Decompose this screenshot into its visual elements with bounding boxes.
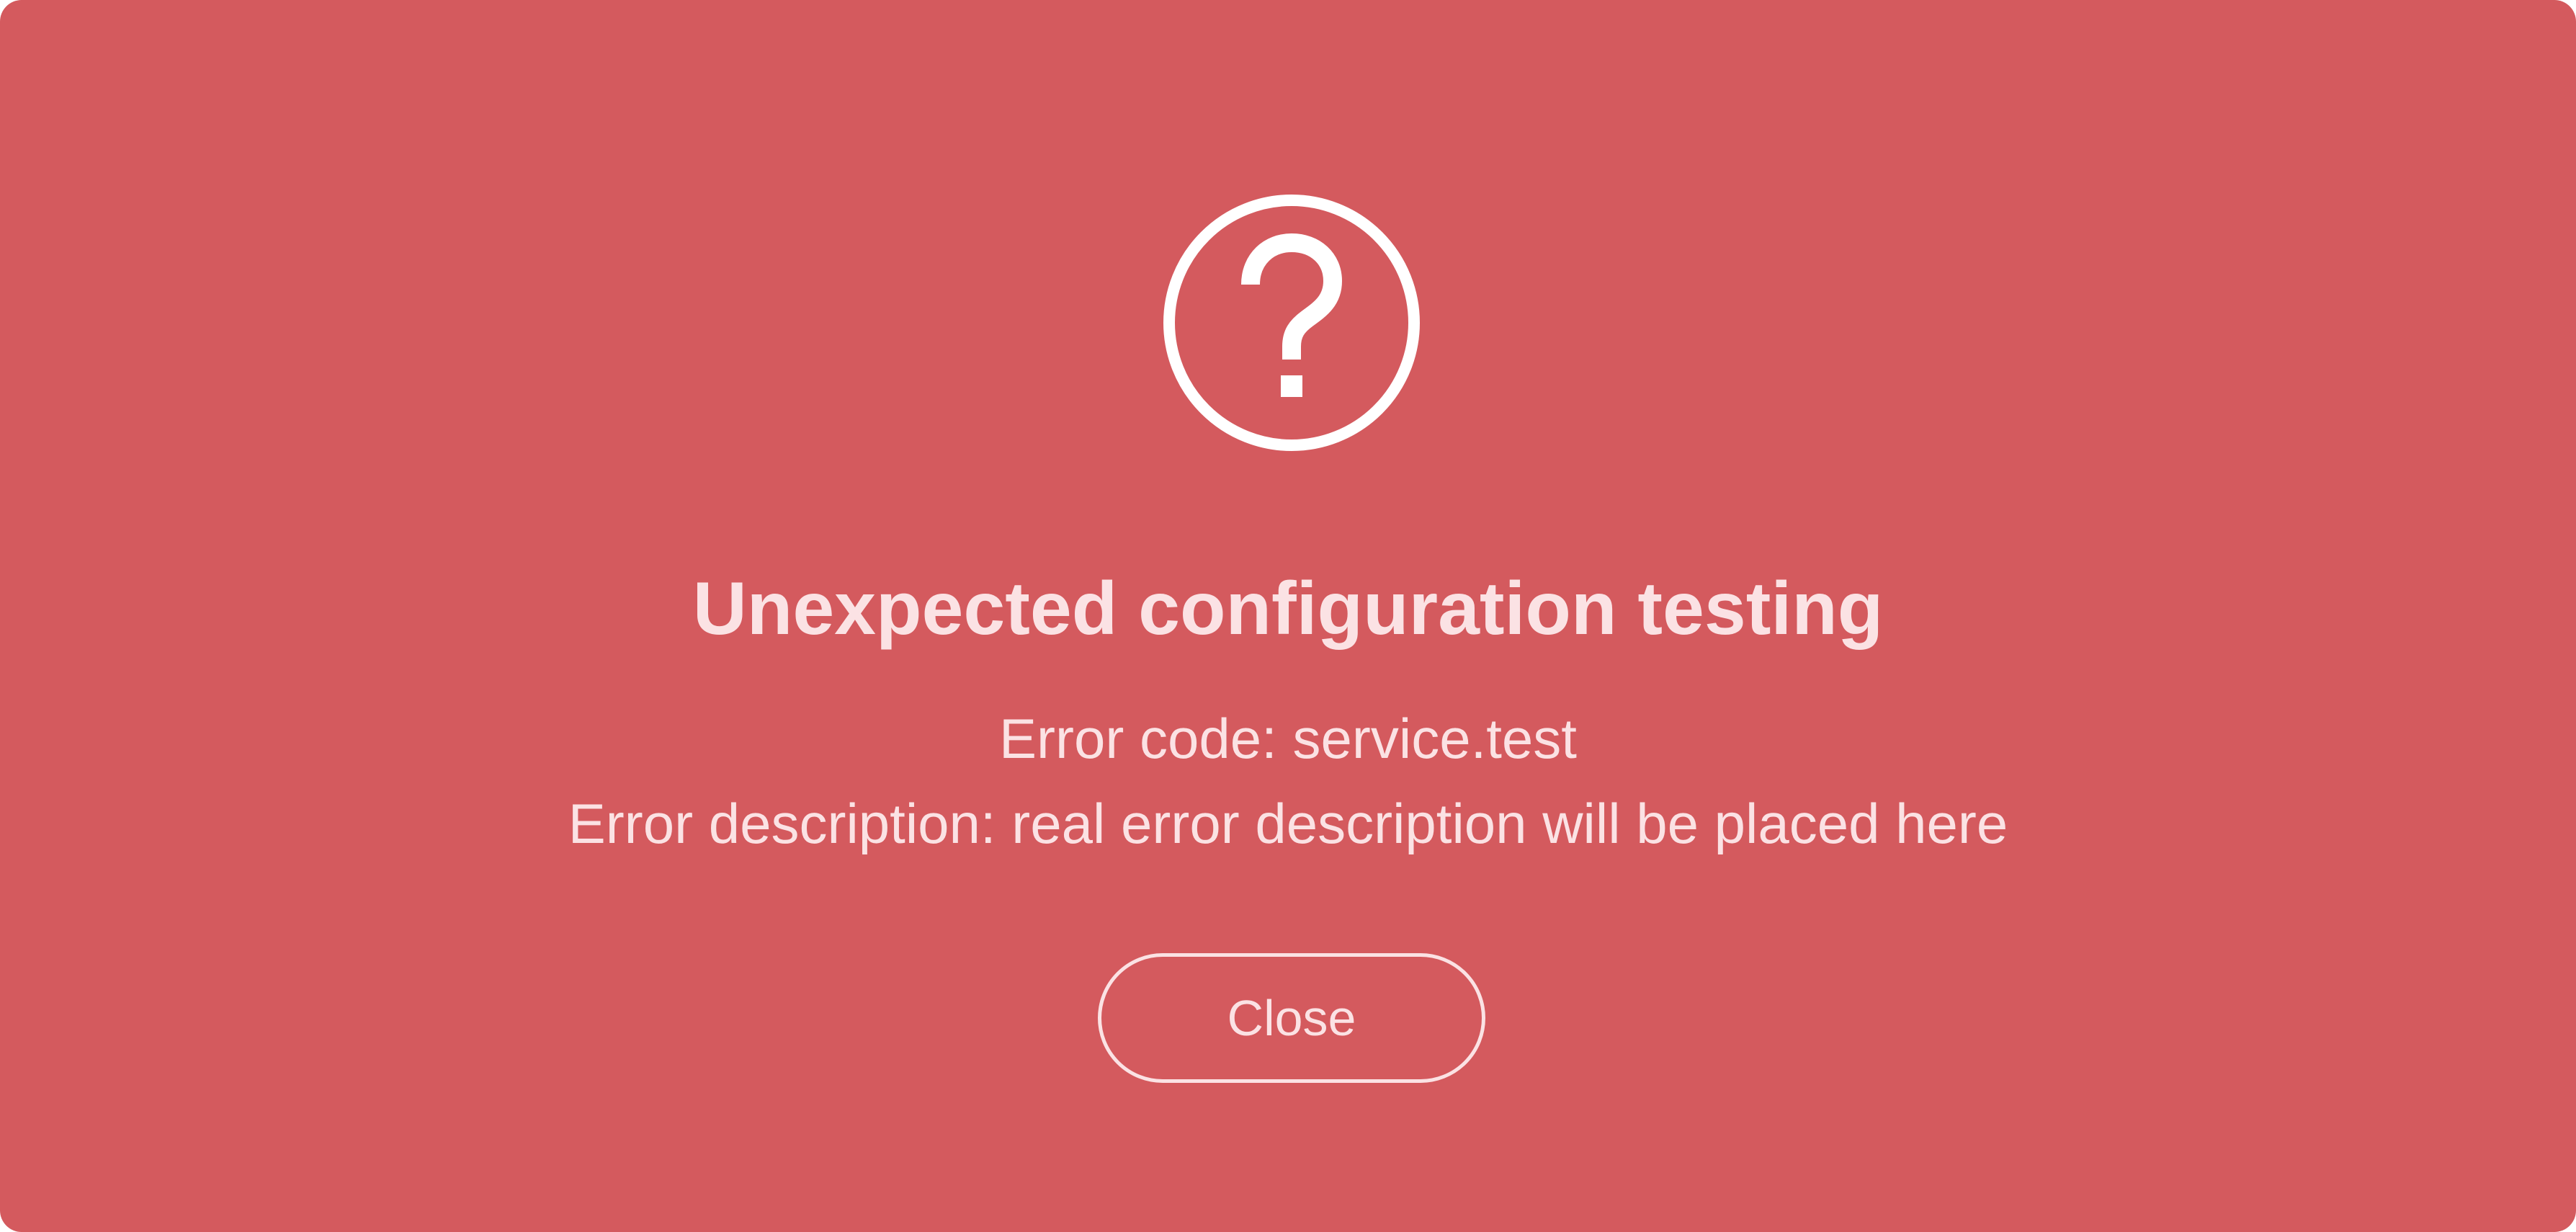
- error-code-text: Error code: service.test: [999, 707, 1577, 770]
- dialog-title: Unexpected configuration testing: [692, 567, 1884, 651]
- error-description-text: Error description: real error descriptio…: [568, 792, 2008, 855]
- close-button[interactable]: Close: [1098, 953, 1485, 1083]
- error-dialog: Unexpected configuration testing Error c…: [0, 0, 2576, 1232]
- question-circle-icon: [1161, 192, 1422, 453]
